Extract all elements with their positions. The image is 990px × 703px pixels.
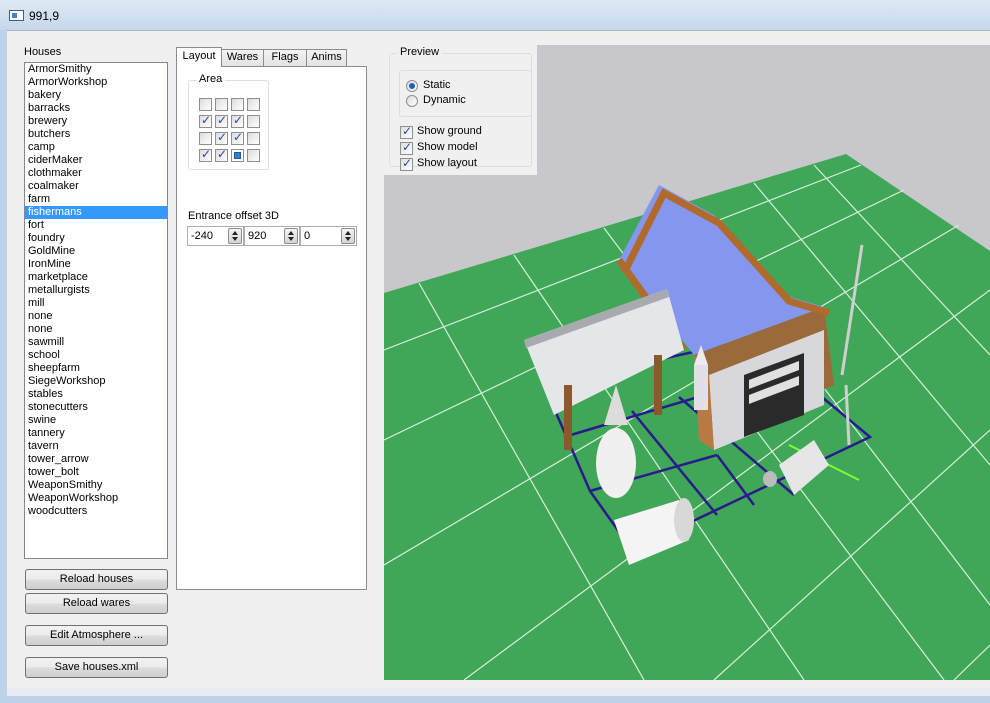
entrance-offset-label: Entrance offset 3D — [188, 210, 279, 222]
area-group: Area — [188, 73, 269, 170]
area-cell-checkbox[interactable] — [247, 98, 260, 111]
entrance-y-updown-icon[interactable] — [284, 228, 298, 244]
list-item[interactable]: ciderMaker — [25, 154, 167, 167]
title-bar: 991,9 — [0, 0, 990, 30]
tab-wares[interactable]: Wares — [221, 49, 264, 66]
list-item[interactable]: school — [25, 349, 167, 362]
area-cell-checkbox[interactable] — [215, 147, 228, 162]
show-model-label: Show model — [417, 141, 478, 153]
preview-group: Preview Static Dynamic Show ground Show … — [389, 46, 532, 171]
area-cell-checkbox[interactable] — [215, 113, 228, 128]
app-icon — [9, 10, 24, 21]
list-item[interactable]: metallurgists — [25, 284, 167, 297]
list-item[interactable]: none — [25, 310, 167, 323]
area-cell-checkbox[interactable] — [231, 98, 244, 111]
main-window: Houses ArmorSmithy ArmorWorkshop bakery bar… — [7, 30, 990, 696]
list-item[interactable]: barracks — [25, 102, 167, 115]
list-item[interactable]: coalmaker — [25, 180, 167, 193]
list-item[interactable]: camp — [25, 141, 167, 154]
dynamic-label: Dynamic — [423, 94, 466, 106]
reload-houses-button[interactable]: Reload houses — [25, 569, 168, 590]
list-item[interactable]: ArmorSmithy — [25, 63, 167, 76]
area-cell-checkbox[interactable] — [215, 98, 228, 111]
preview-panel: Preview Static Dynamic Show ground Show … — [384, 45, 537, 175]
list-item[interactable]: tower_bolt — [25, 466, 167, 479]
layout-panel: Area Entrance offset 3D — [176, 66, 367, 590]
show-model-checkbox[interactable] — [400, 140, 413, 155]
list-item[interactable]: bakery — [25, 89, 167, 102]
area-cell-checkbox[interactable] — [215, 130, 228, 145]
houses-list[interactable]: ArmorSmithy ArmorWorkshop bakery barracks br… — [24, 62, 168, 559]
window-title: 991,9 — [29, 9, 60, 23]
list-item[interactable]: stables — [25, 388, 167, 401]
entrance-x-updown-icon[interactable] — [228, 228, 242, 244]
list-item[interactable]: foundry — [25, 232, 167, 245]
list-item[interactable]: sheepfarm — [25, 362, 167, 375]
list-item[interactable]: ArmorWorkshop — [25, 76, 167, 89]
preview-mode-group: Static Dynamic — [399, 70, 532, 117]
list-item[interactable]: none — [25, 323, 167, 336]
dynamic-radio[interactable] — [406, 95, 418, 107]
area-cell-checkbox[interactable] — [247, 149, 260, 162]
show-layout-label: Show layout — [417, 157, 477, 169]
list-item[interactable]: tavern — [25, 440, 167, 453]
area-cell-checkbox[interactable] — [247, 132, 260, 145]
entrance-z-spinner[interactable] — [300, 226, 357, 246]
list-item[interactable]: marketplace — [25, 271, 167, 284]
list-item[interactable]: sawmill — [25, 336, 167, 349]
area-label: Area — [196, 73, 226, 85]
reload-wares-button[interactable]: Reload wares — [25, 593, 168, 614]
list-item[interactable]: woodcutters — [25, 505, 167, 518]
list-item[interactable]: mill — [25, 297, 167, 310]
show-ground-checkbox[interactable] — [400, 124, 413, 139]
status-strip — [7, 688, 990, 696]
list-item[interactable]: WeaponWorkshop — [25, 492, 167, 505]
preview-label: Preview — [397, 46, 443, 58]
static-radio[interactable] — [406, 80, 418, 92]
list-item[interactable]: stonecutters — [25, 401, 167, 414]
entrance-x-spinner[interactable] — [187, 226, 244, 246]
save-houses-button[interactable]: Save houses.xml — [25, 657, 168, 678]
tab-anims[interactable]: Anims — [306, 49, 347, 66]
entrance-y-spinner[interactable] — [244, 226, 300, 246]
list-item[interactable]: fort — [25, 219, 167, 232]
show-ground-label: Show ground — [417, 125, 482, 137]
list-item[interactable]: SiegeWorkshop — [25, 375, 167, 388]
area-cell-checkbox[interactable] — [231, 149, 244, 162]
list-item[interactable]: tower_arrow — [25, 453, 167, 466]
list-item[interactable]: butchers — [25, 128, 167, 141]
list-item[interactable]: swine — [25, 414, 167, 427]
list-item[interactable]: WeaponSmithy — [25, 479, 167, 492]
area-cell-checkbox[interactable] — [231, 113, 244, 128]
list-item[interactable]: clothmaker — [25, 167, 167, 180]
area-cell-checkbox[interactable] — [247, 115, 260, 128]
area-cell-checkbox[interactable] — [199, 113, 212, 128]
static-label: Static — [423, 79, 451, 91]
area-cell-checkbox[interactable] — [199, 98, 212, 111]
area-cell-checkbox[interactable] — [199, 132, 212, 145]
entrance-z-updown-icon[interactable] — [341, 228, 355, 244]
list-item[interactable]: tannery — [25, 427, 167, 440]
show-layout-checkbox[interactable] — [400, 156, 413, 171]
list-item[interactable]: brewery — [25, 115, 167, 128]
tab-flags[interactable]: Flags — [263, 49, 307, 66]
list-item[interactable]: GoldMine — [25, 245, 167, 258]
list-item[interactable]: IronMine — [25, 258, 167, 271]
area-cell-checkbox[interactable] — [199, 147, 212, 162]
list-item[interactable]: fishermans — [25, 206, 167, 219]
edit-atmosphere-button[interactable]: Edit Atmosphere ... — [25, 625, 168, 646]
houses-label: Houses — [24, 46, 62, 58]
list-item[interactable]: farm — [25, 193, 167, 206]
area-cell-checkbox[interactable] — [231, 130, 244, 145]
tab-layout[interactable]: Layout — [176, 47, 222, 67]
